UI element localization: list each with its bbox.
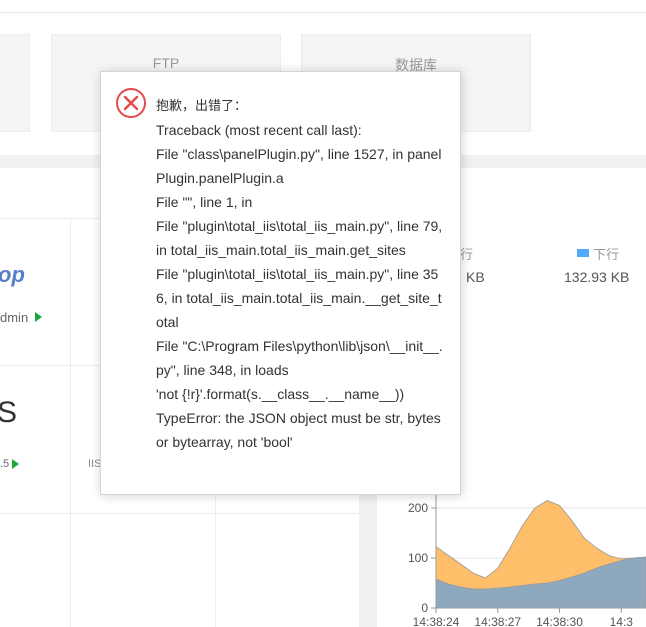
x-tick-label: 14:38:27: [474, 615, 521, 627]
version-play-icon[interactable]: [12, 459, 19, 469]
error-content: 抱歉，出错了： Traceback (most recent call last…: [156, 93, 446, 454]
row-divider-2: [0, 513, 359, 514]
x-tick-label: 14:38:30: [536, 615, 583, 627]
server-version: .5: [0, 458, 10, 470]
y-tick-label: 200: [408, 501, 428, 515]
error-dialog: 抱歉，出错了： Traceback (most recent call last…: [100, 71, 461, 495]
server-type: S: [0, 396, 18, 429]
x-tick-label: 14:3: [610, 615, 634, 627]
app-logo: op: [0, 262, 25, 287]
card-left[interactable]: [0, 34, 30, 132]
play-icon[interactable]: [35, 312, 42, 322]
top-divider: [0, 12, 646, 13]
x-tick-label: 14:38:24: [413, 615, 460, 627]
error-icon: [116, 88, 146, 118]
col-divider-1: [70, 218, 71, 627]
y-tick-label: 0: [421, 601, 428, 615]
user-name[interactable]: dmin: [0, 310, 28, 325]
error-title: 抱歉，出错了：: [156, 98, 248, 113]
card-ftp-label: FTP: [152, 55, 180, 71]
y-tick-label: 100: [408, 551, 428, 565]
error-message: Traceback (most recent call last): File …: [156, 122, 443, 450]
